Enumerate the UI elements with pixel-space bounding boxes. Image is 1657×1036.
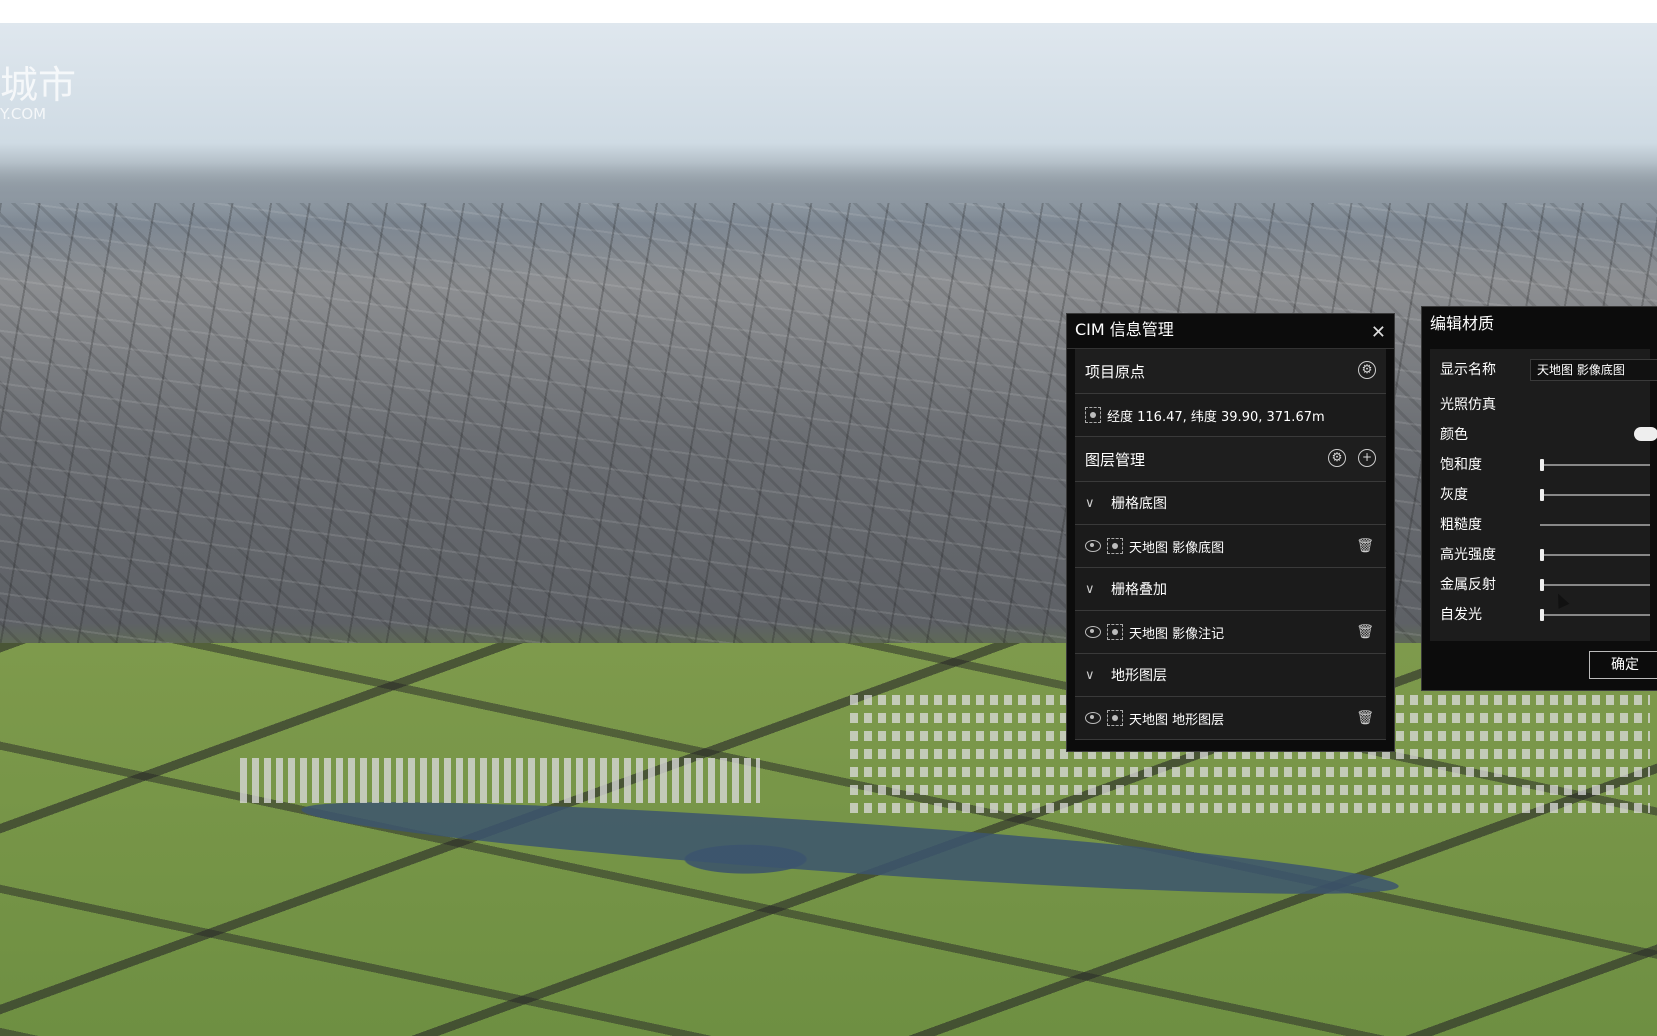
locate-icon[interactable] [1107,624,1123,640]
layer-group-raster-base[interactable]: ∨ 栅格底图 [1075,482,1386,525]
chevron-down-icon[interactable]: ∨ [1085,582,1103,597]
origin-section-title: 项目原点 [1085,362,1146,381]
slider-row-metallic: 金属反射 [1430,569,1650,599]
locate-icon[interactable] [1107,710,1123,726]
slider-row-roughness: 粗糙度 [1430,509,1650,539]
locate-icon[interactable] [1085,407,1101,423]
material-edit-panel: 编辑材质 显示名称 天地图 影像底图 光照仿真 颜色 饱和度 灰度 粗糙度 高光… [1421,306,1657,691]
color-label: 颜色 [1440,427,1468,443]
slider-row-emissive: 自发光 [1430,599,1650,629]
slider-handle[interactable] [1540,549,1544,561]
lighting-label: 光照仿真 [1440,397,1496,413]
layer-section-header: 图层管理 ⚙ + [1075,437,1386,482]
trash-icon[interactable]: 🗑 [1356,624,1374,640]
slider-label: 自发光 [1440,607,1482,623]
layer-group-label: 栅格叠加 [1111,582,1167,598]
color-row: 颜色 [1430,419,1657,449]
layer-group-label: 栅格底图 [1111,496,1167,512]
chevron-down-icon[interactable]: ∨ [1085,496,1103,511]
gear-icon[interactable]: ⚙ [1328,449,1346,467]
watermark: 城市 Y.COM [0,65,76,123]
confirm-button[interactable]: 确定 [1589,651,1657,679]
locate-icon[interactable] [1107,538,1123,554]
top-bar [0,0,1657,23]
layer-label: 天地图 地形图层 [1129,712,1225,728]
display-name-field[interactable]: 天地图 影像底图 [1530,359,1657,381]
layer-group-raster-overlay[interactable]: ∨ 栅格叠加 [1075,568,1386,611]
eye-icon[interactable] [1085,540,1101,552]
watermark-line1: 城市 [0,63,77,107]
close-icon[interactable]: ✕ [1371,317,1386,349]
slider-row-saturation: 饱和度 [1430,449,1650,479]
chevron-down-icon[interactable]: ∨ [1085,668,1103,683]
slider-label: 灰度 [1440,487,1468,503]
layer-row[interactable]: 天地图 地形图层 🗑 [1075,697,1386,740]
lighting-row: 光照仿真 [1430,389,1650,419]
watermark-line2: Y.COM [0,105,47,123]
layer-row[interactable]: 天地图 影像注记 🗑 [1075,611,1386,654]
layer-group-terrain[interactable]: ∨ 地形图层 [1075,654,1386,697]
layer-group-label: 地形图层 [1111,668,1167,684]
slider-row-specular: 高光强度 [1430,539,1650,569]
origin-coords: 经度 116.47, 纬度 39.90, 371.67m [1107,409,1325,425]
color-toggle[interactable] [1634,427,1657,441]
display-name-label: 显示名称 [1440,362,1496,378]
layer-label: 天地图 影像底图 [1129,540,1225,556]
building-blocks-west [240,758,760,803]
saturation-slider[interactable] [1540,459,1650,471]
material-panel-body: 显示名称 天地图 影像底图 光照仿真 颜色 饱和度 灰度 粗糙度 高光强度 金属… [1430,349,1657,641]
cim-info-panel: CIM 信息管理 ✕ 项目原点 ⚙ 经度 116.47, 纬度 39.90, 3… [1066,313,1395,752]
trash-icon[interactable]: 🗑 [1356,710,1374,726]
eye-icon[interactable] [1085,712,1101,724]
slider-handle[interactable] [1540,609,1544,621]
specular-slider[interactable] [1540,549,1650,561]
layer-section-title: 图层管理 [1085,450,1146,469]
slider-label: 粗糙度 [1440,517,1482,533]
cim-panel-title: CIM 信息管理 [1075,320,1174,339]
trash-icon[interactable]: 🗑 [1356,538,1374,554]
slider-handle[interactable] [1540,489,1544,501]
add-layer-icon[interactable]: + [1358,449,1376,467]
layer-label: 天地图 影像注记 [1129,626,1225,642]
eye-icon[interactable] [1085,626,1101,638]
slider-label: 高光强度 [1440,547,1496,563]
gray-slider[interactable] [1540,489,1650,501]
origin-coords-row: 经度 116.47, 纬度 39.90, 371.67m [1075,394,1386,437]
slider-label: 饱和度 [1440,457,1482,473]
3d-map-view[interactable]: 城市 Y.COM [0,23,1657,1036]
emissive-slider[interactable] [1540,609,1650,621]
cim-panel-header: CIM 信息管理 ✕ [1067,314,1394,349]
display-name-row: 显示名称 天地图 影像底图 [1430,349,1657,389]
city-imagery [0,203,1657,673]
origin-section-header: 项目原点 ⚙ [1075,349,1386,394]
layer-row[interactable]: 天地图 影像底图 🗑 [1075,525,1386,568]
metallic-slider[interactable] [1540,579,1650,591]
slider-handle[interactable] [1540,459,1544,471]
slider-row-gray: 灰度 [1430,479,1650,509]
roughness-slider[interactable] [1540,524,1650,526]
material-panel-title: 编辑材质 [1430,314,1495,333]
gear-icon[interactable]: ⚙ [1358,361,1376,379]
slider-handle[interactable] [1540,579,1544,591]
slider-label: 金属反射 [1440,577,1496,593]
